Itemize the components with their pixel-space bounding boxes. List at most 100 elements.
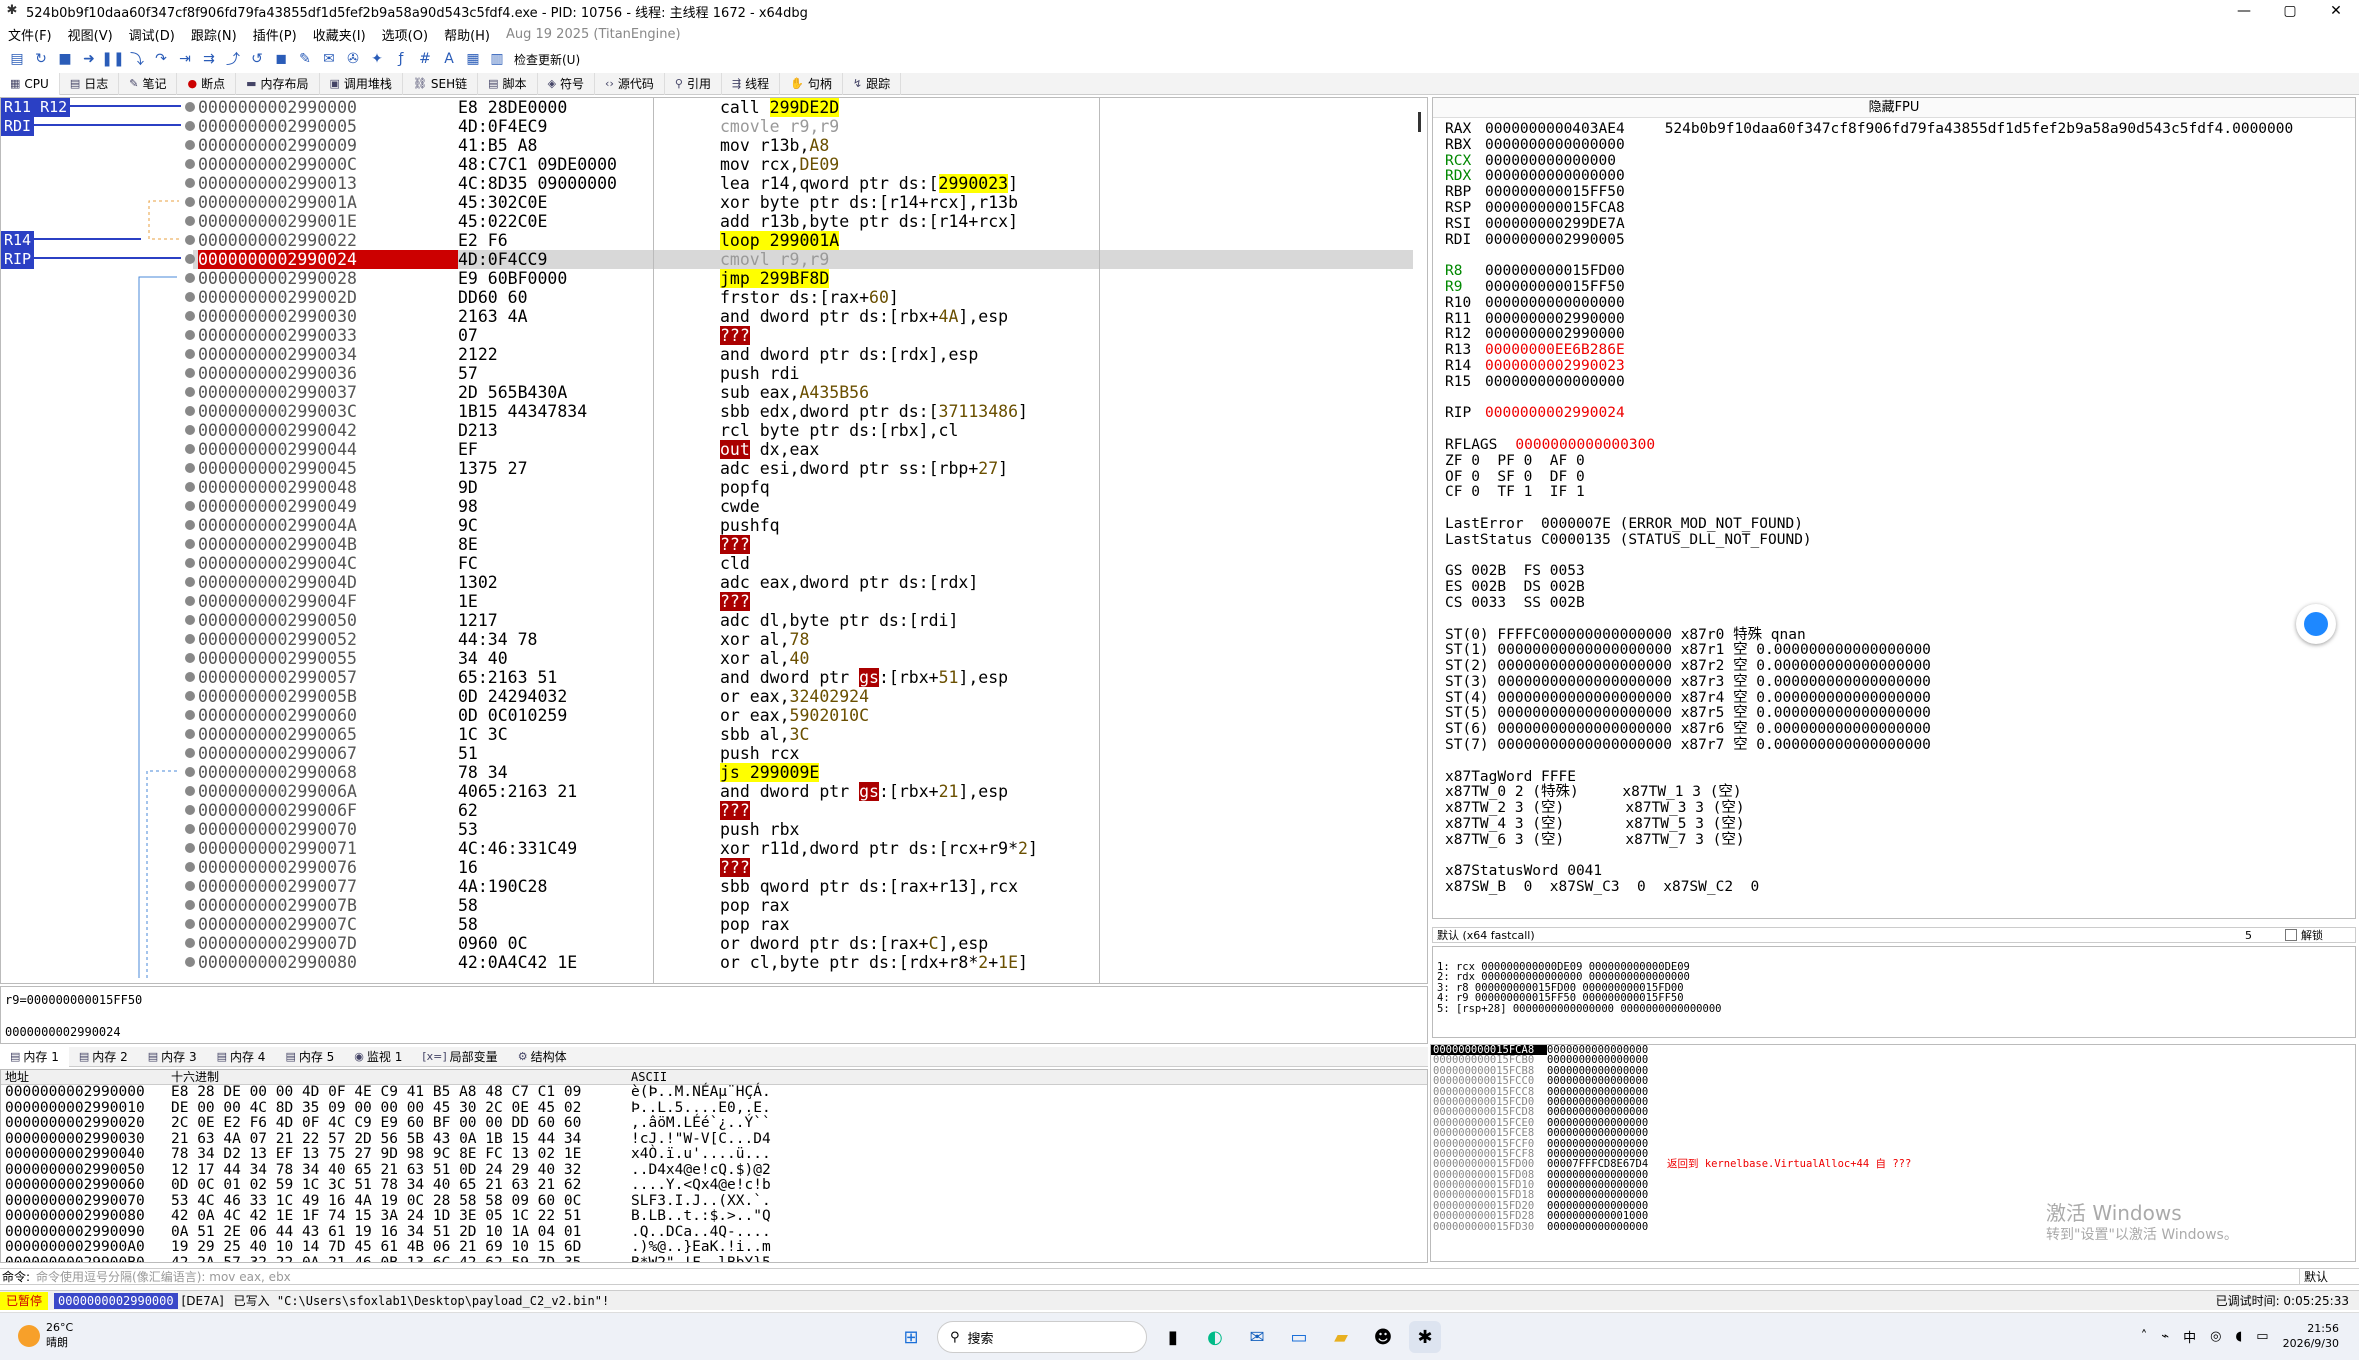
- register-value[interactable]: 0000000002990024: [1485, 405, 1625, 421]
- breakpoint-dot[interactable]: [185, 900, 195, 910]
- weather-widget[interactable]: 26°C 晴朗: [18, 1321, 73, 1350]
- function-icon[interactable]: ƒ: [390, 49, 412, 69]
- breakpoint-dot[interactable]: [185, 634, 195, 644]
- breakpoint-dot[interactable]: [185, 292, 195, 302]
- breakpoint-dot[interactable]: [185, 881, 195, 891]
- instruction-row[interactable]: 0000000002990049 98 cwde: [185, 497, 1413, 516]
- tab-cpu[interactable]: ▦ CPU: [0, 72, 60, 95]
- breakpoint-dot[interactable]: [185, 843, 195, 853]
- tab-dump-2[interactable]: ▤ 内存 2: [69, 1047, 138, 1067]
- instruction-row[interactable]: 0000000002990030 2163 4A and dword ptr ds:…: [185, 307, 1413, 326]
- instruction-row[interactable]: 0000000002990009 41:B5 A8 mov r13b,A8: [185, 136, 1413, 155]
- tab-references[interactable]: ⚲ 引用: [665, 72, 722, 95]
- font-icon[interactable]: A: [438, 49, 460, 69]
- instruction-row[interactable]: 000000000299007B 58 pop rax: [185, 896, 1413, 915]
- breakpoint-dot[interactable]: [185, 406, 195, 416]
- task-view-icon[interactable]: ▮: [1157, 1321, 1189, 1353]
- command-input[interactable]: 命令使用逗号分隔(像汇编语言): mov eax, ebx: [30, 1268, 2299, 1285]
- menu-file[interactable]: 文件(F): [0, 25, 60, 44]
- instruction-row[interactable]: 0000000002990024 4D:0F4CC9 cmovl r9,r9: [185, 250, 1413, 269]
- command-mode-select[interactable]: 默认: [2299, 1268, 2359, 1285]
- breakpoint-dot[interactable]: [185, 425, 195, 435]
- trace-into-icon[interactable]: ⇥: [174, 49, 196, 69]
- dump-row[interactable]: 00000000029900A0 19 29 25 40 10 14 7D 45 …: [1, 1239, 1427, 1256]
- breakpoint-dot[interactable]: [185, 786, 195, 796]
- notes-icon[interactable]: ▥: [486, 49, 508, 69]
- tab-call-stack[interactable]: ▣ 调用堆栈: [320, 72, 403, 95]
- patch-icon[interactable]: ✎: [294, 49, 316, 69]
- register-value[interactable]: 000000000299DE7A: [1485, 216, 1625, 232]
- menu-debug[interactable]: 调试(D): [121, 25, 183, 44]
- breakpoint-dot[interactable]: [185, 387, 195, 397]
- trace-over-icon[interactable]: ⇉: [198, 49, 220, 69]
- dump-row[interactable]: 00000000029900B0 42 2A 57 32 22 0A 21 46 …: [1, 1255, 1427, 1262]
- tab-source[interactable]: ‹› 源代码: [595, 72, 665, 95]
- breakpoint-dot[interactable]: [185, 596, 195, 606]
- tab-memory-map[interactable]: ▬ 内存布局: [236, 72, 320, 95]
- globe-icon[interactable]: ◎: [2210, 1329, 2221, 1344]
- calling-convention-select[interactable]: 默认 (x64 fastcall): [1437, 927, 2237, 943]
- breakpoint-dot[interactable]: [185, 140, 195, 150]
- breakpoint-dot[interactable]: [185, 767, 195, 777]
- breakpoint-dot[interactable]: [185, 444, 195, 454]
- register-value[interactable]: 0000000002990005: [1485, 232, 1625, 248]
- dump-row[interactable]: 0000000002990030 21 63 4A 07 21 22 57 2D …: [1, 1131, 1427, 1148]
- instruction-row[interactable]: 0000000002990028 E9 60BF0000 jmp 299BF8D: [185, 269, 1413, 288]
- instruction-row[interactable]: 0000000002990065 1C 3C sbb al,3C: [185, 725, 1413, 744]
- file-explorer-icon[interactable]: ▰: [1325, 1321, 1357, 1353]
- breakpoint-dot[interactable]: [185, 862, 195, 872]
- register-value[interactable]: 000000000000000: [1485, 153, 1616, 169]
- dump-row[interactable]: 0000000002990090 0A 51 2E 06 44 43 61 19 …: [1, 1224, 1427, 1241]
- hash-icon[interactable]: #: [414, 49, 436, 69]
- breakpoint-dot[interactable]: [185, 539, 195, 549]
- disassembly-view[interactable]: R11 R12 RDI R14 RIP 0000000002990000 E8 2…: [0, 97, 1428, 984]
- instruction-row[interactable]: 0000000002990070 53 push rbx: [185, 820, 1413, 839]
- stack-row[interactable]: 000000000015FCC0 0000000000000000: [1431, 1076, 2355, 1087]
- instruction-row[interactable]: 0000000002990042 D213 rcl byte ptr ds:[rbx…: [185, 421, 1413, 440]
- step-into-icon[interactable]: ⤵: [126, 49, 148, 69]
- run-to-user-code-icon[interactable]: ↺: [246, 49, 268, 69]
- breakpoint-dot[interactable]: [185, 102, 195, 112]
- breakpoint-dot[interactable]: [185, 235, 195, 245]
- breakpoint-dot[interactable]: [185, 501, 195, 511]
- instruction-row[interactable]: 0000000002990080 42:0A4C42 1E or cl,byte p…: [185, 953, 1413, 972]
- breakpoint-dot[interactable]: [185, 710, 195, 720]
- breakpoint-dot[interactable]: [185, 577, 195, 587]
- register-value[interactable]: 0000000002990023: [1485, 358, 1625, 374]
- breakpoint-dot[interactable]: [185, 748, 195, 758]
- register-value[interactable]: 0000000000000000: [1485, 137, 1625, 153]
- breakpoint-dot[interactable]: [185, 653, 195, 663]
- register-value[interactable]: 00000000EE6B286E: [1485, 342, 1625, 358]
- register-value[interactable]: 000000000015FCA8: [1485, 200, 1625, 216]
- app-avatar-icon[interactable]: ☻: [1367, 1321, 1399, 1353]
- instruction-row[interactable]: 0000000002990057 65:2163 51 and dword ptr …: [185, 668, 1413, 687]
- register-value[interactable]: 0000000000000300: [1515, 437, 1655, 453]
- dump-row[interactable]: 0000000002990060 0D 0C 01 02 59 1C 3C 51 …: [1, 1177, 1427, 1194]
- unlock-checkbox[interactable]: [2285, 929, 2297, 941]
- speaker-icon[interactable]: ◖: [2235, 1329, 2242, 1344]
- instruction-row[interactable]: 0000000002990013 4C:8D35 09000000 lea r14,…: [185, 174, 1413, 193]
- tab-breakpoints[interactable]: ● 断点: [177, 72, 237, 95]
- dump-row[interactable]: 0000000002990010 DE 00 00 4C 8D 35 09 00 …: [1, 1100, 1427, 1117]
- tab-trace[interactable]: ↯ 跟踪: [843, 72, 902, 95]
- tab-notes[interactable]: ✎ 笔记: [119, 72, 178, 95]
- register-value[interactable]: 0000000000000000: [1485, 295, 1625, 311]
- tab-symbols[interactable]: ◈ 符号: [538, 72, 596, 95]
- instruction-row[interactable]: 0000000002990052 44:34 78 xor al,78: [185, 630, 1413, 649]
- breakpoint-dot[interactable]: [185, 197, 195, 207]
- instruction-row[interactable]: 0000000002990045 1375 27 adc esi,dword ptr…: [185, 459, 1413, 478]
- breakpoint-dot[interactable]: [185, 330, 195, 340]
- registers-panel[interactable]: 隐藏FPU RAX 0000000000403AE4 524b0b9f10daa60…: [1432, 97, 2356, 919]
- stack-row[interactable]: 000000000015FCE8 0000000000000000: [1431, 1128, 2355, 1139]
- instruction-row[interactable]: 000000000299001E 45:022C0E add r13b,byte p…: [185, 212, 1413, 231]
- close-button[interactable]: ✕: [2313, 0, 2359, 22]
- breakpoint-dot[interactable]: [185, 919, 195, 929]
- instruction-row[interactable]: 000000000299005B 0D 24294032 or eax,324029…: [185, 687, 1413, 706]
- breakpoint-dot[interactable]: [185, 805, 195, 815]
- instruction-row[interactable]: 000000000299007C 58 pop rax: [185, 915, 1413, 934]
- bookmarks-icon[interactable]: ✦: [366, 49, 388, 69]
- dump-row[interactable]: 0000000002990080 42 0A 4C 42 1E 1F 74 15 …: [1, 1208, 1427, 1225]
- tab-dump-3[interactable]: ▤ 内存 3: [138, 1047, 207, 1067]
- instruction-row[interactable]: 000000000299003C 1B15 44347834 sbb edx,dwo…: [185, 402, 1413, 421]
- instruction-row[interactable]: 0000000002990037 2D 565B430A sub eax,A435B…: [185, 383, 1413, 402]
